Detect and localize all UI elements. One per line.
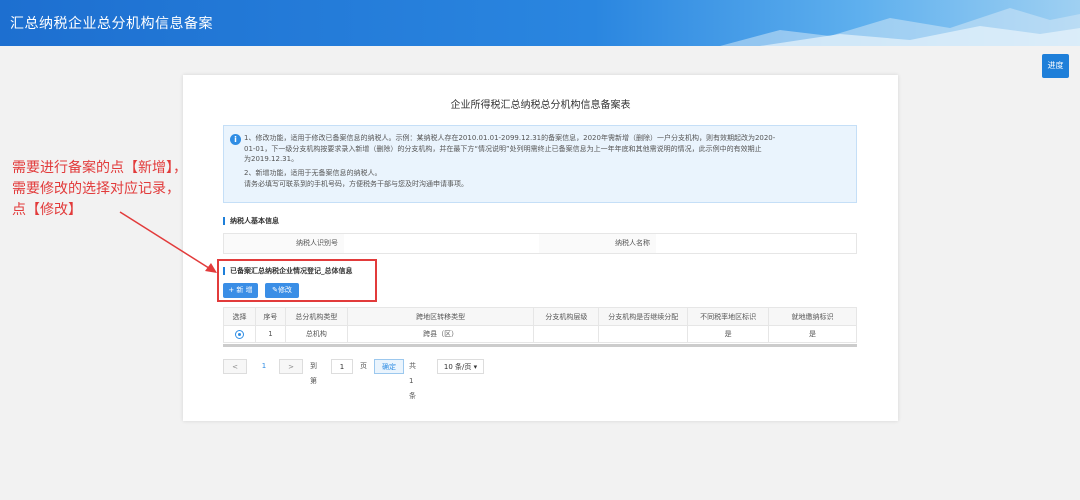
notice-line-1: 1、修改功能，适用于修改已备案信息的纳税人。示例：某纳税人存在2010.01.0…	[244, 134, 776, 142]
row-diff-rate: 是	[687, 325, 770, 343]
notice-line-4: 2、新增功能，适用于无备案信息的纳税人。	[244, 169, 382, 177]
taxpayer-name-value	[656, 234, 856, 253]
annotation-text: 需要进行备案的点【新增】， 需要修改的选择对应记录， 点【修改】	[12, 158, 187, 221]
chevron-down-icon: ▾	[473, 363, 478, 371]
col-header-select: 选择	[223, 307, 256, 326]
notice-line-2: 01-01，下一级分支机构按要求录入新增（删除）的分支机构，并在最下方“情况说明…	[244, 144, 762, 153]
col-header-org-type: 总分机构类型	[284, 307, 348, 326]
app-title: 汇总纳税企业总分机构信息备案	[10, 16, 213, 32]
row-seq: 1	[254, 325, 286, 343]
notice-line-5: 请务必填写可联系到的手机号码，方便税务干部与您及时沟通申请事项。	[244, 179, 468, 188]
taxpayer-info-row: 纳税人识别号 纳税人名称	[223, 233, 857, 254]
header-mountain-decoration	[720, 8, 1080, 46]
goto-confirm-button[interactable]: 确定	[374, 359, 404, 374]
notice-box: i 1、修改功能，适用于修改已备案信息的纳税人。示例：某纳税人存在2010.01…	[223, 125, 857, 203]
col-header-continue-alloc: 分支机构是否继续分配	[598, 307, 689, 326]
highlight-box	[217, 259, 377, 302]
filing-table: 选择 序号 总分机构类型 跨地区转移类型 分支机构层级 分支机构是否继续分配 不…	[223, 307, 857, 343]
basic-info-section-title: 纳税人基本信息	[223, 217, 279, 225]
annotation-line-1: 需要进行备案的点【新增】，	[12, 160, 187, 176]
info-icon: i	[230, 134, 241, 145]
col-header-seq: 序号	[254, 307, 286, 326]
taxpayer-id-value	[344, 234, 539, 253]
col-header-diff-rate: 不同税率地区标识	[687, 307, 770, 326]
table-row[interactable]: 1 总机构 跨县（区） 是 是	[223, 325, 857, 343]
form-title: 企业所得税汇总纳税总分机构信息备案表	[450, 100, 631, 111]
taxpayer-name-label: 纳税人名称	[615, 239, 650, 247]
goto-label: 到第	[310, 362, 317, 385]
page-size-value: 10 条/页	[443, 363, 472, 371]
col-header-transfer-type: 跨地区转移类型	[346, 307, 535, 326]
row-org-type: 总机构	[284, 325, 348, 343]
row-continue-alloc	[598, 325, 689, 343]
notice-line-3: 为2019.12.31。	[244, 155, 299, 163]
page-size-select[interactable]: 10 条/页 ▾	[437, 359, 484, 374]
next-page-button[interactable]: >	[279, 359, 303, 374]
page-unit-label: 页	[360, 362, 367, 370]
taxpayer-id-label: 纳税人识别号	[296, 239, 338, 247]
current-page[interactable]: 1	[259, 359, 269, 374]
progress-button[interactable]: 进度	[1042, 54, 1069, 78]
col-header-level: 分支机构层级	[533, 307, 600, 326]
goto-page-input[interactable]: 1	[331, 359, 353, 374]
prev-page-button[interactable]: <	[223, 359, 247, 374]
table-horizontal-scrollbar[interactable]	[223, 344, 857, 347]
form-card: 企业所得税汇总纳税总分机构信息备案表 i 1、修改功能，适用于修改已备案信息的纳…	[183, 75, 898, 421]
annotation-line-2: 需要修改的选择对应记录，	[12, 181, 180, 197]
col-header-local-pay: 就地缴纳标识	[768, 307, 857, 326]
header-bar: 汇总纳税企业总分机构信息备案	[0, 0, 1080, 46]
row-local-pay: 是	[768, 325, 857, 343]
row-level	[533, 325, 600, 343]
row-transfer-type: 跨县（区）	[346, 325, 535, 343]
row-select-cell[interactable]	[223, 325, 256, 343]
table-header-row: 选择 序号 总分机构类型 跨地区转移类型 分支机构层级 分支机构是否继续分配 不…	[223, 307, 857, 326]
total-count: 共 1 条	[409, 362, 416, 400]
annotation-line-3: 点【修改】	[12, 202, 82, 218]
row-radio-button[interactable]	[234, 329, 244, 339]
